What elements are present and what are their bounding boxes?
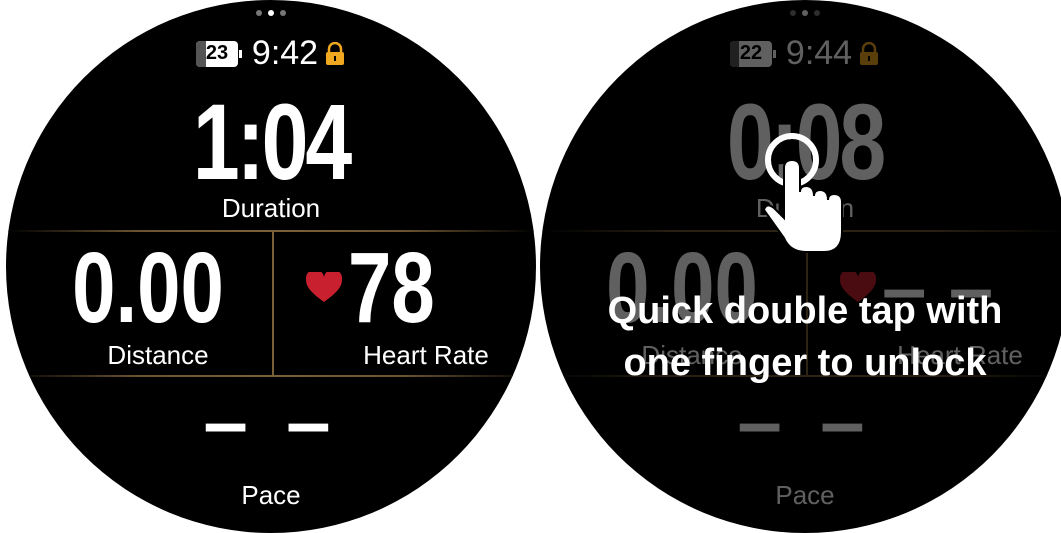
page-dot [814,10,820,16]
heart-rate-label: Heart Rate [363,340,489,370]
watch-screen-active: 23 9:42 1:04 Duration 0.00 Distance 78 H… [6,0,536,533]
battery-icon: 22 [729,40,776,67]
lock-icon [860,41,879,65]
duration-label: Duration [221,193,321,223]
distance-value: 0.00 [72,232,224,344]
unlock-instruction: Quick double tap with one finger to unlo… [607,290,1003,384]
distance-label: Distance [107,340,209,370]
battery-icon: 23 [195,40,242,67]
heart-icon [306,272,342,302]
pace-label: Pace [241,480,301,510]
watch-screen-locked[interactable]: 22 9:44 0:08 Duration 0.00 Distance – – … [540,0,1061,533]
page-dot [790,10,796,16]
page-dot [280,10,286,16]
duration-value: 1:04 [192,81,352,202]
page-indicator [6,10,536,16]
page-dot [256,10,262,16]
pace-value: – – [737,377,873,466]
clock-time: 9:44 [785,34,853,72]
pace-value: – – [203,377,339,466]
page-dot-active [802,10,808,16]
battery-level: 23 [205,41,229,64]
page-dot-active [268,10,274,16]
tap-hand-icon [762,133,843,253]
clock-time: 9:42 [251,34,319,72]
divider-vertical [272,232,274,375]
status-bar: 23 9:42 [6,34,536,73]
heart-rate-group: 78 [306,238,506,338]
status-bar: 22 9:44 [540,34,1061,73]
battery-level: 22 [739,41,763,64]
heart-rate-value: 78 [348,232,435,344]
lock-icon[interactable] [324,41,346,66]
pace-label: Pace [775,480,835,510]
page-indicator [540,10,1061,16]
